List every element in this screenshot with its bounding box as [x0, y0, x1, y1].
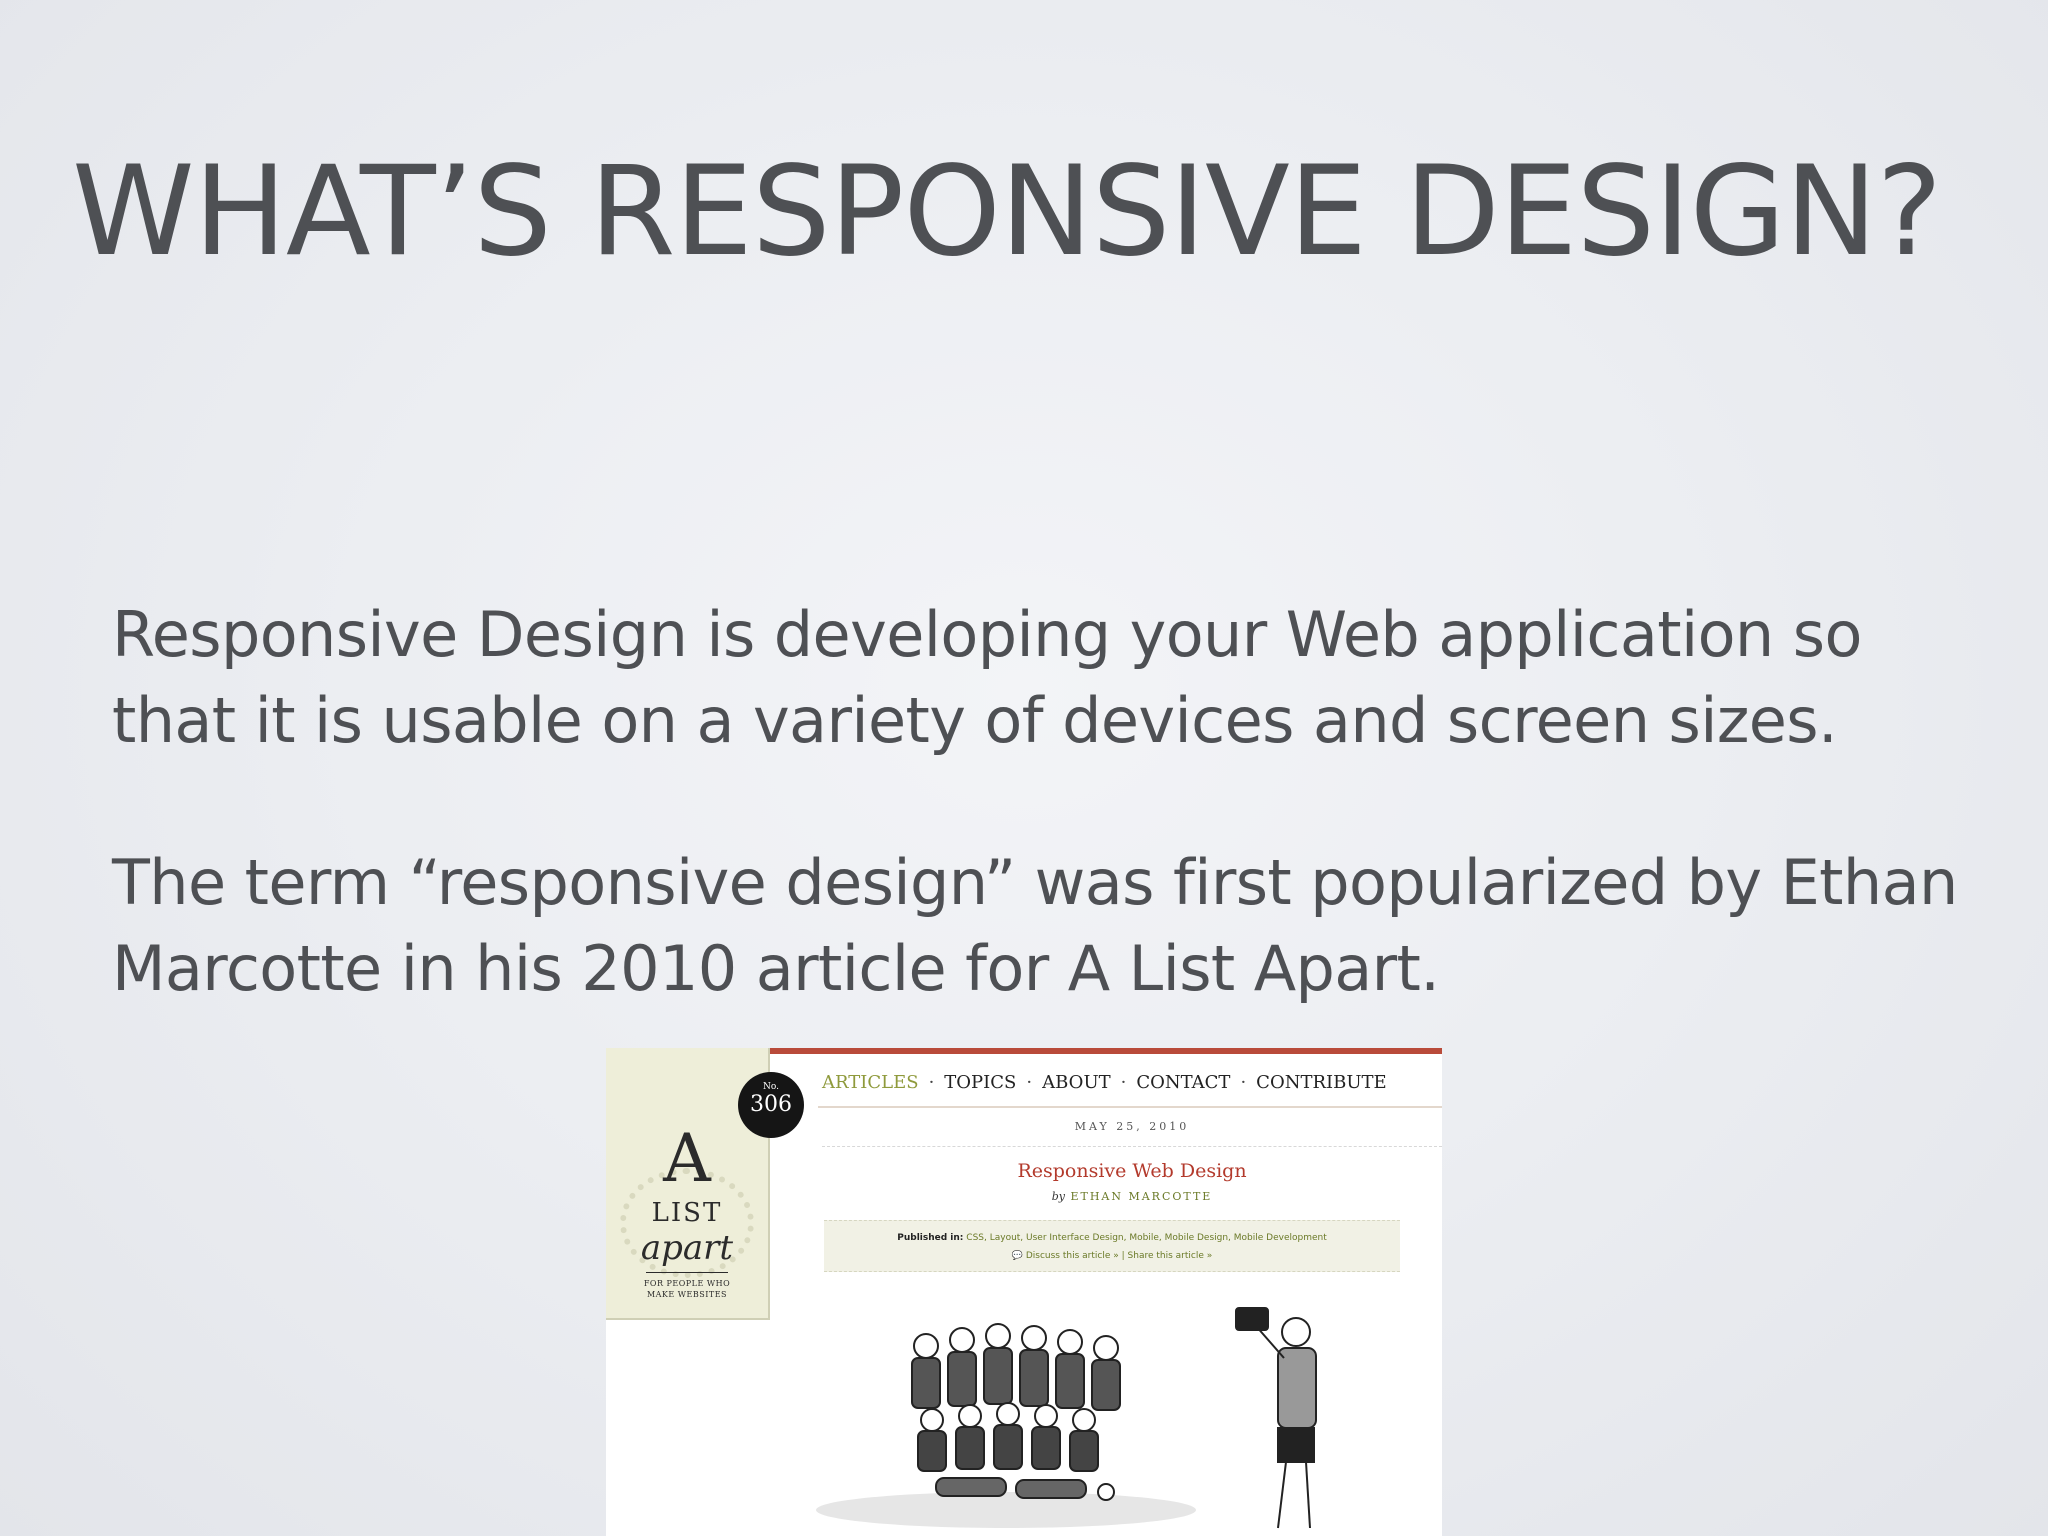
speech-bubble-icon: 💬 [1011, 1251, 1023, 1261]
body-paragraph-history: The term “responsive design” was first p… [112, 846, 1958, 1005]
team-photo-illustration [816, 1307, 1317, 1529]
nav-item-articles: ARTICLES [822, 1072, 919, 1093]
issue-label: No. [763, 1082, 779, 1092]
nav-underline [818, 1106, 1442, 1108]
logo-word-apart: apart [640, 1228, 734, 1268]
issue-number: 306 [750, 1092, 792, 1117]
logo-word-list: LIST [651, 1198, 723, 1228]
site-nav: ARTICLES · TOPICS · ABOUT · CONTACT · CONTRIBUTE [822, 1072, 1387, 1093]
logo-rule [646, 1272, 728, 1273]
photographer [1235, 1307, 1317, 1529]
nav-item-contribute: CONTRIBUTE [1256, 1072, 1387, 1093]
nav-item-topics: TOPICS [944, 1072, 1017, 1093]
logo-letter-a: A [663, 1120, 711, 1197]
published-line: Published in: CSS, Layout, User Interfac… [824, 1233, 1400, 1243]
nav-item-about: ABOUT [1042, 1072, 1111, 1093]
logo-tagline: FOR PEOPLE WHO MAKE WEBSITES [643, 1279, 731, 1299]
camera-icon [1235, 1307, 1269, 1331]
nav-separator: · [1120, 1072, 1127, 1093]
dashed-divider [822, 1146, 1442, 1147]
share-link: Share this article » [1127, 1251, 1213, 1261]
nav-separator: · [1026, 1072, 1033, 1093]
published-in-box: Published in: CSS, Layout, User Interfac… [824, 1220, 1400, 1272]
published-label: Published in: [897, 1233, 964, 1243]
issue-number-badge: No. 306 [738, 1072, 804, 1138]
body-paragraph-definition: Responsive Design is developing your Web… [112, 598, 1862, 757]
discuss-link: Discuss this article » [1025, 1251, 1119, 1261]
a-list-apart-screenshot: A LIST apart FOR PEOPLE WHO MAKE WEBSITE… [606, 1048, 1442, 1536]
article-author: ETHAN MARCOTTE [1070, 1190, 1213, 1203]
nav-item-contact: CONTACT [1136, 1072, 1231, 1093]
link-separator: | [1121, 1251, 1125, 1261]
ground-shadow [816, 1492, 1196, 1528]
slide-title: WHAT’S RESPONSIVE DESIGN? [72, 140, 1942, 284]
published-tags: CSS, Layout, User Interface Design, Mobi… [966, 1233, 1327, 1243]
article-byline: by ETHAN MARCOTTE [822, 1190, 1442, 1203]
nav-separator: · [1240, 1072, 1247, 1093]
byline-prefix: by [1051, 1190, 1065, 1203]
article-date: MAY 25, 2010 [1074, 1120, 1190, 1133]
article-headline: Responsive Web Design [1017, 1160, 1247, 1182]
nav-separator: · [928, 1072, 935, 1093]
site-top-bar [770, 1048, 1442, 1054]
players-front-row [917, 1402, 1099, 1472]
players-back-row [911, 1323, 1121, 1411]
article-links: 💬 Discuss this article » | Share this ar… [824, 1251, 1400, 1261]
